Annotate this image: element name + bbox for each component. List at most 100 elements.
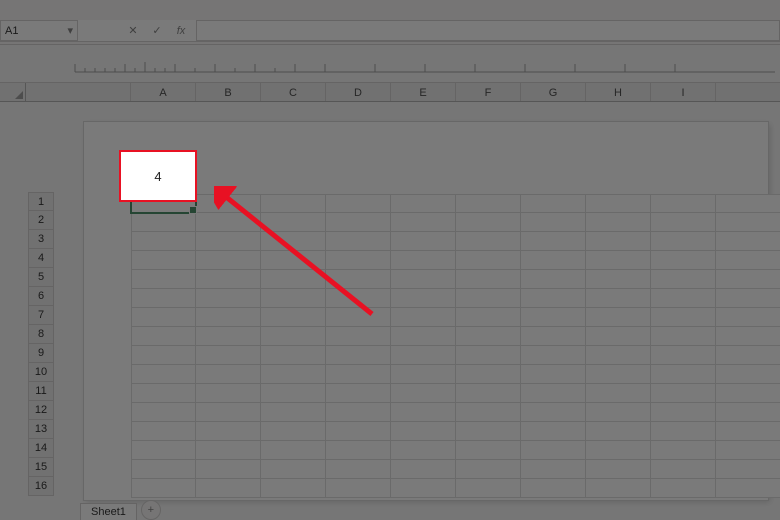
cell[interactable] — [326, 213, 391, 232]
cell[interactable] — [456, 479, 521, 498]
column-header-a[interactable]: A — [131, 83, 196, 101]
cell[interactable] — [651, 441, 716, 460]
cell[interactable] — [261, 213, 326, 232]
cell[interactable] — [391, 308, 456, 327]
cell[interactable] — [326, 403, 391, 422]
cell[interactable] — [586, 308, 651, 327]
cell[interactable] — [326, 327, 391, 346]
cell[interactable] — [196, 460, 261, 479]
cell[interactable] — [391, 251, 456, 270]
cell[interactable] — [651, 308, 716, 327]
cell[interactable] — [651, 384, 716, 403]
column-header-b[interactable]: B — [196, 83, 261, 101]
cell[interactable] — [196, 441, 261, 460]
row-header[interactable]: 14 — [28, 439, 54, 458]
cell[interactable] — [716, 460, 780, 479]
cell[interactable] — [261, 460, 326, 479]
cell[interactable] — [131, 251, 196, 270]
cell[interactable] — [586, 327, 651, 346]
cell[interactable] — [326, 422, 391, 441]
cell[interactable] — [651, 365, 716, 384]
cell[interactable] — [131, 308, 196, 327]
select-all-triangle[interactable] — [0, 83, 26, 101]
cell[interactable] — [261, 251, 326, 270]
cell[interactable] — [131, 346, 196, 365]
cell[interactable] — [456, 289, 521, 308]
cell[interactable] — [521, 232, 586, 251]
cell[interactable] — [716, 384, 780, 403]
cell[interactable] — [586, 384, 651, 403]
chevron-down-icon[interactable]: ▾ — [67, 24, 73, 37]
cell[interactable] — [261, 384, 326, 403]
cell[interactable] — [131, 270, 196, 289]
cell[interactable] — [131, 422, 196, 441]
cell[interactable] — [326, 479, 391, 498]
cell[interactable] — [261, 232, 326, 251]
cell[interactable] — [586, 365, 651, 384]
column-header-g[interactable]: G — [521, 83, 586, 101]
cell[interactable] — [456, 251, 521, 270]
cell[interactable] — [196, 422, 261, 441]
cell[interactable] — [456, 194, 521, 213]
row-header[interactable]: 10 — [28, 363, 54, 382]
cell[interactable] — [521, 213, 586, 232]
name-box[interactable]: A1 ▾ — [0, 20, 78, 41]
cell[interactable] — [261, 308, 326, 327]
cell[interactable] — [456, 460, 521, 479]
cell[interactable] — [651, 270, 716, 289]
column-header-f[interactable]: F — [456, 83, 521, 101]
cell[interactable] — [131, 479, 196, 498]
cell[interactable] — [391, 194, 456, 213]
row-header[interactable]: 12 — [28, 401, 54, 420]
column-header-d[interactable]: D — [326, 83, 391, 101]
cell[interactable] — [586, 270, 651, 289]
column-header-c[interactable]: C — [261, 83, 326, 101]
row-header[interactable]: 1 — [28, 192, 54, 211]
cell[interactable] — [521, 289, 586, 308]
cell[interactable] — [326, 289, 391, 308]
cell[interactable] — [196, 213, 261, 232]
cell[interactable] — [716, 479, 780, 498]
cell[interactable] — [716, 422, 780, 441]
cell[interactable] — [326, 346, 391, 365]
cell[interactable] — [326, 365, 391, 384]
cell[interactable] — [326, 441, 391, 460]
cell[interactable] — [521, 327, 586, 346]
row-header[interactable]: 15 — [28, 458, 54, 477]
row-header[interactable]: 6 — [28, 287, 54, 306]
cell[interactable] — [521, 441, 586, 460]
cell[interactable] — [651, 232, 716, 251]
cell[interactable] — [456, 270, 521, 289]
cell[interactable] — [521, 460, 586, 479]
cell[interactable] — [716, 194, 780, 213]
cell[interactable] — [326, 232, 391, 251]
cell[interactable] — [716, 213, 780, 232]
cell[interactable] — [131, 327, 196, 346]
cell[interactable] — [586, 232, 651, 251]
cell[interactable] — [456, 441, 521, 460]
cell[interactable] — [131, 232, 196, 251]
cell[interactable] — [586, 460, 651, 479]
cell[interactable] — [196, 327, 261, 346]
cell[interactable] — [196, 346, 261, 365]
column-header-e[interactable]: E — [391, 83, 456, 101]
cell[interactable] — [261, 441, 326, 460]
cell[interactable] — [521, 365, 586, 384]
cell[interactable] — [196, 384, 261, 403]
cell[interactable] — [131, 289, 196, 308]
cell[interactable] — [586, 289, 651, 308]
row-header[interactable]: 4 — [28, 249, 54, 268]
cell[interactable] — [456, 327, 521, 346]
cell[interactable] — [131, 460, 196, 479]
cell[interactable] — [391, 327, 456, 346]
cell[interactable] — [196, 403, 261, 422]
cell[interactable] — [326, 270, 391, 289]
cell[interactable] — [261, 346, 326, 365]
cell[interactable] — [391, 460, 456, 479]
cell[interactable] — [586, 251, 651, 270]
cell[interactable] — [651, 479, 716, 498]
cell[interactable] — [456, 403, 521, 422]
cell-grid[interactable] — [131, 194, 758, 498]
cell[interactable] — [391, 365, 456, 384]
cell[interactable] — [521, 346, 586, 365]
